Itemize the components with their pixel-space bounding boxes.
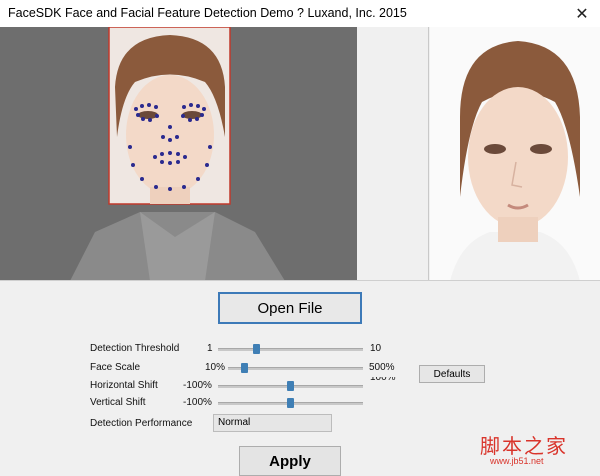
detection-performance-select[interactable]: Normal	[213, 414, 332, 432]
detection-view	[0, 27, 357, 281]
detection-threshold-min: 1	[207, 343, 213, 354]
face-scale-min: 10%	[205, 362, 226, 373]
horizontal-shift-max: 100%	[370, 377, 396, 381]
watermark-url: www.jb51.net	[490, 456, 544, 466]
watermark: 脚本之家 www.jb51.net	[480, 430, 590, 470]
horizontal-shift-min: -100%	[183, 380, 212, 391]
window-title: FaceSDK Face and Facial Feature Detectio…	[8, 6, 407, 20]
detection-performance-label: Detection Performance	[90, 418, 193, 429]
watermark-text: 脚本之家	[480, 434, 568, 458]
face-scale-max: 500%	[369, 362, 395, 373]
vertical-shift-thumb[interactable]	[287, 398, 294, 408]
vertical-shift-slider[interactable]	[218, 398, 363, 408]
detection-threshold-slider[interactable]	[218, 344, 363, 354]
image-area	[0, 27, 600, 281]
face-scale-thumb[interactable]	[240, 363, 248, 373]
detection-threshold-max: 10	[370, 343, 382, 354]
detection-threshold-thumb[interactable]	[252, 344, 260, 354]
face-preview-image	[450, 41, 580, 281]
detection-image	[70, 27, 285, 281]
detection-threshold-label: Detection Threshold	[90, 343, 180, 354]
view-separator	[428, 27, 429, 281]
face-scale-slider[interactable]	[228, 363, 363, 373]
vertical-shift-label: Vertical Shift	[90, 397, 146, 408]
open-file-button[interactable]: Open File	[218, 292, 362, 324]
vertical-shift-min: -100%	[183, 397, 212, 408]
close-button[interactable]: ✕	[564, 0, 600, 27]
apply-button[interactable]: Apply	[239, 446, 341, 476]
horizontal-shift-thumb[interactable]	[287, 381, 294, 391]
horizontal-shift-label: Horizontal Shift	[90, 380, 158, 391]
face-preview	[430, 27, 600, 281]
defaults-button[interactable]: Defaults	[419, 365, 485, 383]
panel-divider	[0, 280, 600, 281]
horizontal-shift-slider[interactable]	[218, 381, 363, 391]
face-scale-label: Face Scale	[90, 362, 141, 373]
close-icon: ✕	[575, 5, 589, 23]
title-bar: FaceSDK Face and Facial Feature Detectio…	[0, 0, 600, 28]
